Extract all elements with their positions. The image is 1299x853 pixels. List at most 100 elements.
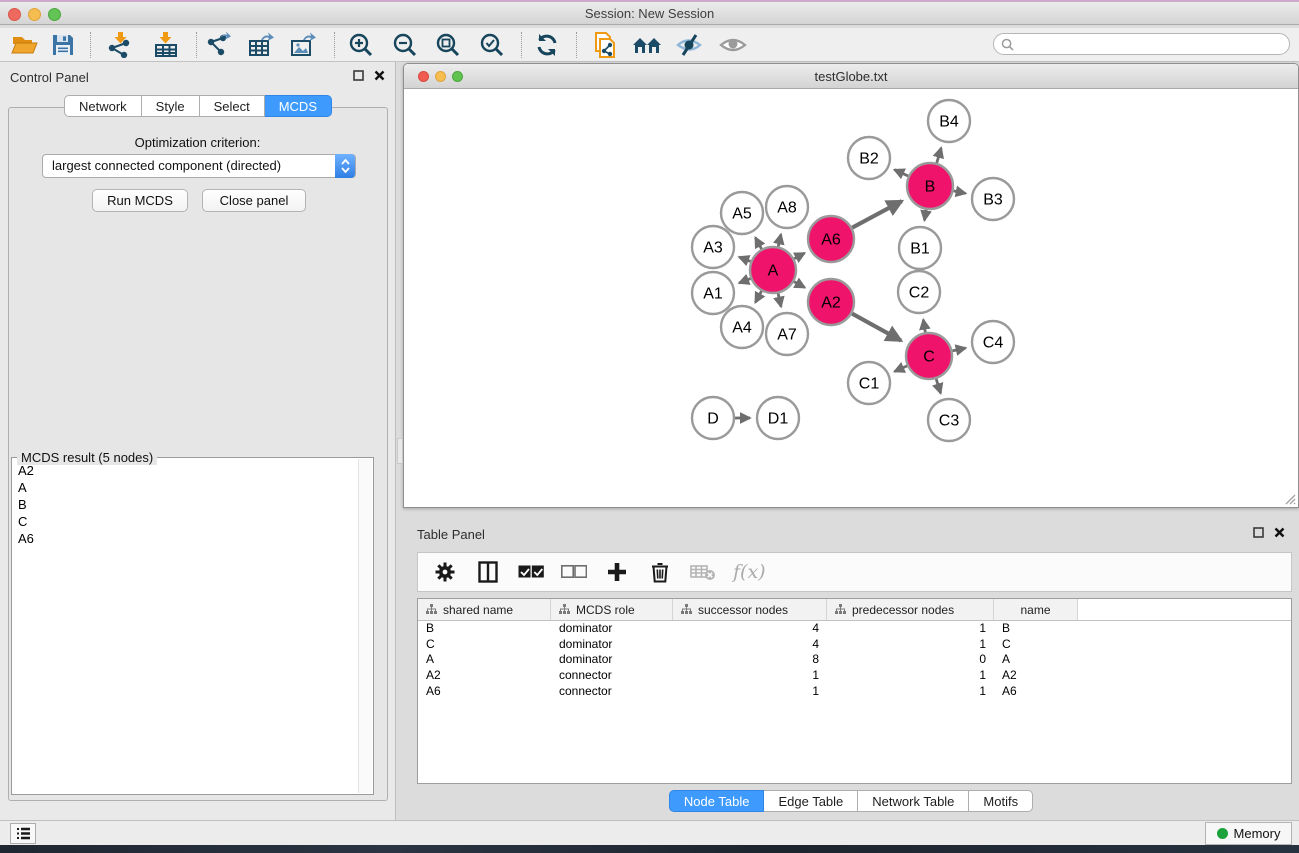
table-cell[interactable]: A6 bbox=[418, 684, 551, 700]
graph-edge-B-B1[interactable] bbox=[924, 210, 926, 221]
graph-node-A5[interactable]: A5 bbox=[721, 192, 763, 234]
table-cell[interactable]: 1 bbox=[827, 621, 994, 637]
graph-edge-A-A6[interactable] bbox=[794, 253, 804, 259]
panel-splitter-handle[interactable] bbox=[397, 438, 403, 464]
table-cell[interactable]: A bbox=[994, 652, 1078, 668]
mcds-result-item[interactable]: B bbox=[14, 496, 357, 513]
graph-node-C4[interactable]: C4 bbox=[972, 321, 1014, 363]
export-table-button[interactable] bbox=[244, 30, 278, 60]
graph-edge-A6-B[interactable] bbox=[852, 201, 902, 228]
column-header-name[interactable]: name bbox=[994, 599, 1078, 620]
import-network-button[interactable] bbox=[103, 30, 137, 60]
table-cell[interactable]: 0 bbox=[827, 652, 994, 668]
export-network-button[interactable] bbox=[201, 30, 235, 60]
graph-edge-C-C1[interactable] bbox=[895, 366, 908, 372]
run-mcds-button[interactable]: Run MCDS bbox=[92, 189, 188, 212]
search-input[interactable] bbox=[1018, 37, 1278, 51]
graph-node-B4[interactable]: B4 bbox=[928, 100, 970, 142]
tab-select[interactable]: Select bbox=[200, 95, 265, 117]
table-cell[interactable]: 1 bbox=[673, 668, 827, 684]
table-cell[interactable]: 1 bbox=[673, 684, 827, 700]
tab-network[interactable]: Network bbox=[64, 95, 142, 117]
graph-edge-A-A5[interactable] bbox=[755, 238, 761, 249]
tab-mcds[interactable]: MCDS bbox=[265, 95, 332, 117]
table-cell[interactable]: connector bbox=[551, 668, 673, 684]
table-cell[interactable]: A bbox=[418, 652, 551, 668]
import-table-button[interactable] bbox=[149, 30, 183, 60]
zoom-fit-button[interactable] bbox=[431, 30, 465, 60]
tab-node-table[interactable]: Node Table bbox=[669, 790, 765, 812]
table-cell[interactable]: A2 bbox=[418, 668, 551, 684]
home-networks-button[interactable] bbox=[630, 30, 664, 60]
network-window-titlebar[interactable]: testGlobe.txt bbox=[404, 64, 1298, 89]
table-cell[interactable]: 8 bbox=[673, 652, 827, 668]
table-cell[interactable]: B bbox=[418, 621, 551, 637]
delete-column-button[interactable] bbox=[647, 559, 673, 585]
show-all-button[interactable] bbox=[716, 30, 750, 60]
column-header-successor-nodes[interactable]: successor nodes bbox=[673, 599, 827, 620]
zoom-in-button[interactable] bbox=[344, 30, 378, 60]
table-cell[interactable]: A2 bbox=[994, 668, 1078, 684]
table-cell[interactable]: B bbox=[994, 621, 1078, 637]
clone-network-button[interactable] bbox=[588, 30, 622, 60]
graph-edge-B-B3[interactable] bbox=[954, 191, 966, 193]
mcds-result-item[interactable]: C bbox=[14, 513, 357, 530]
graph-node-A8[interactable]: A8 bbox=[766, 186, 808, 228]
graph-edge-C-C2[interactable] bbox=[923, 320, 925, 333]
table-row[interactable]: Cdominator41C bbox=[418, 637, 1291, 653]
mcds-result-item[interactable]: A2 bbox=[14, 462, 357, 479]
add-column-button[interactable] bbox=[604, 559, 630, 585]
show-panel-list-button[interactable] bbox=[10, 823, 36, 844]
graph-node-A[interactable]: A bbox=[750, 247, 796, 293]
tab-style[interactable]: Style bbox=[142, 95, 200, 117]
table-cell[interactable]: dominator bbox=[551, 637, 673, 653]
close-panel-icon[interactable] bbox=[374, 70, 385, 81]
graph-edge-C-C3[interactable] bbox=[936, 379, 940, 393]
graph-node-A4[interactable]: A4 bbox=[721, 306, 763, 348]
close-panel-button[interactable]: Close panel bbox=[202, 189, 306, 212]
table-cell[interactable]: dominator bbox=[551, 652, 673, 668]
search-field[interactable] bbox=[993, 33, 1290, 55]
function-builder-button[interactable]: f(x) bbox=[733, 561, 766, 583]
graph-node-D[interactable]: D bbox=[692, 397, 734, 439]
graph-node-B[interactable]: B bbox=[907, 163, 953, 209]
graph-edge-A-A8[interactable] bbox=[778, 234, 781, 246]
tab-network-table[interactable]: Network Table bbox=[858, 790, 969, 812]
column-header-predecessor-nodes[interactable]: predecessor nodes bbox=[827, 599, 994, 620]
table-cell[interactable]: C bbox=[994, 637, 1078, 653]
hide-selected-button[interactable] bbox=[673, 30, 707, 60]
table-cell[interactable]: 4 bbox=[673, 621, 827, 637]
result-scrollbar[interactable] bbox=[358, 459, 372, 793]
column-header-shared-name[interactable]: shared name bbox=[418, 599, 551, 620]
graph-edge-A-A3[interactable] bbox=[739, 257, 750, 261]
graph-edge-C-C4[interactable] bbox=[952, 348, 965, 351]
tab-motifs[interactable]: Motifs bbox=[969, 790, 1033, 812]
table-cell[interactable]: 1 bbox=[827, 668, 994, 684]
graph-node-C2[interactable]: C2 bbox=[898, 271, 940, 313]
table-cell[interactable]: C bbox=[418, 637, 551, 653]
table-cell[interactable]: 1 bbox=[827, 637, 994, 653]
deselect-all-button[interactable] bbox=[561, 559, 587, 585]
graph-node-D1[interactable]: D1 bbox=[757, 397, 799, 439]
delete-table-button[interactable] bbox=[690, 559, 716, 585]
graph-edge-B-B2[interactable] bbox=[894, 170, 908, 176]
graph-node-C[interactable]: C bbox=[906, 333, 952, 379]
mcds-result-item[interactable]: A6 bbox=[14, 530, 357, 547]
mcds-result-item[interactable]: A bbox=[14, 479, 357, 496]
open-session-button[interactable] bbox=[8, 30, 42, 60]
graph-node-C3[interactable]: C3 bbox=[928, 399, 970, 441]
close-panel-icon[interactable] bbox=[1274, 527, 1285, 538]
table-row[interactable]: Bdominator41B bbox=[418, 621, 1291, 637]
graph-edge-A-A2[interactable] bbox=[794, 282, 805, 288]
graph-edge-A-A1[interactable] bbox=[739, 279, 750, 283]
graph-node-B3[interactable]: B3 bbox=[972, 178, 1014, 220]
table-row[interactable]: A6connector11A6 bbox=[418, 684, 1291, 700]
show-column-button[interactable] bbox=[475, 559, 501, 585]
graph-node-A6[interactable]: A6 bbox=[808, 216, 854, 262]
refresh-layout-button[interactable] bbox=[530, 30, 564, 60]
select-all-button[interactable] bbox=[518, 559, 544, 585]
table-row[interactable]: A2connector11A2 bbox=[418, 668, 1291, 684]
float-panel-icon[interactable] bbox=[1253, 527, 1264, 538]
tab-edge-table[interactable]: Edge Table bbox=[764, 790, 858, 812]
table-cell[interactable]: A6 bbox=[994, 684, 1078, 700]
